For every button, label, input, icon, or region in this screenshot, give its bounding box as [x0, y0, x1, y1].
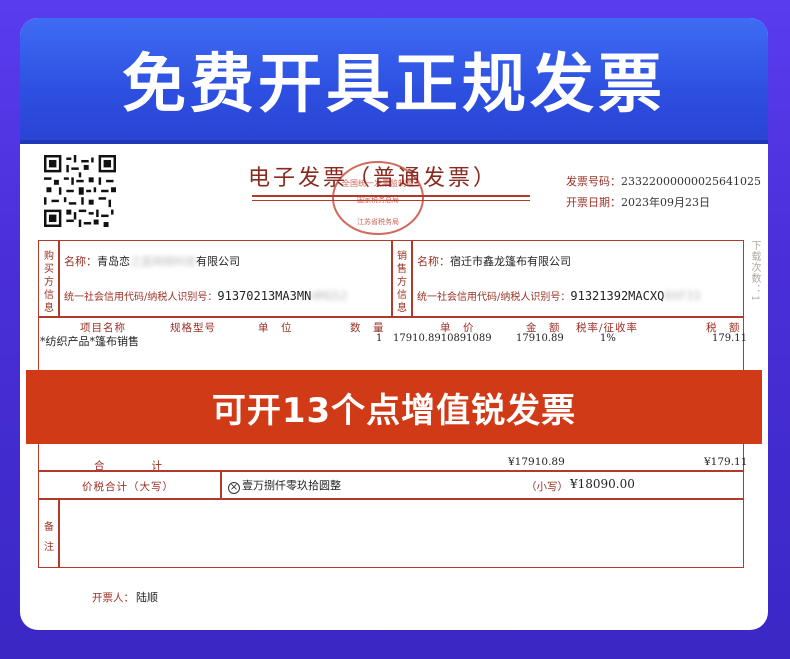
row-tax: 179.11: [712, 333, 747, 344]
qr-code-icon: [44, 155, 116, 227]
seller-tax-id: 统一社会信用代码/纳税人识别号：91321392MACXQ8XF33: [417, 289, 701, 303]
total-amount: ¥17910.89: [508, 456, 565, 468]
buyer-label-border: [58, 240, 60, 317]
party-divider: [391, 240, 393, 317]
total-tax: ¥179.11: [704, 456, 748, 468]
buyer-tax-id: 统一社会信用代码/纳税人识别号：91370213MA3MNHMG52: [64, 289, 348, 303]
top-banner: 免费开具正规发票: [20, 18, 768, 144]
remarks-label-border: [58, 498, 60, 568]
row-qty: 1: [376, 333, 383, 344]
col-spec: 规格型号: [170, 322, 216, 334]
seller-name: 名称：宿迁市鑫龙篷布有限公司: [417, 255, 571, 268]
buyer-name: 名称：青岛恋之蓝网络科技有限公司: [64, 255, 240, 268]
row-rate: 1%: [600, 333, 616, 344]
download-count: 下载次数：1: [749, 240, 760, 303]
title-underline: [252, 195, 530, 197]
invoice-date: 开票日期：2023年09月23日: [566, 196, 710, 209]
row-amount: 17910.89: [516, 333, 564, 344]
grand-total-lower-label: （小写）: [526, 481, 568, 493]
grand-total-upper: × 壹万捌仟零玖拾圆整: [228, 479, 341, 494]
row-item: *纺织产品*篷布销售: [40, 335, 139, 348]
banner-title: 免费开具正规发票: [122, 48, 666, 122]
promo-text: 可开13个点增值锐发票: [211, 390, 577, 431]
issuer-label: 开票人：: [92, 592, 134, 604]
row-price: 17910.8910891089: [393, 333, 492, 344]
grand-total-bottom-border: [38, 498, 744, 500]
seller-label-border: [411, 240, 413, 317]
grand-total-label: 价税合计（大写）: [82, 481, 174, 493]
grand-total-top-border: [38, 470, 744, 472]
promo-banner: 可开13个点增值锐发票: [26, 370, 762, 444]
issuer-name: 陆顺: [136, 591, 158, 604]
invoice-number: 发票号码：23322000000025641025: [566, 175, 761, 188]
seal-bottom-text: 江苏省税务局: [357, 217, 399, 226]
invoice-card: 免费开具正规发票 全国统一发票监制章 国家税务总局 江苏省税务局 电子发票（普通…: [20, 18, 768, 630]
grand-total-lower: ¥18090.00: [570, 477, 635, 491]
seller-section-label: 销售方信息: [397, 251, 407, 314]
col-unit: 单 位: [258, 322, 293, 334]
title-underline-thin: [252, 200, 530, 201]
buyer-section-label: 购买方信息: [44, 251, 54, 314]
grand-total-divider: [220, 470, 222, 499]
remarks-label: 备注: [44, 522, 54, 553]
circle-x-icon: ×: [228, 482, 240, 494]
invoice-title: 电子发票（普通发票）: [248, 166, 499, 191]
